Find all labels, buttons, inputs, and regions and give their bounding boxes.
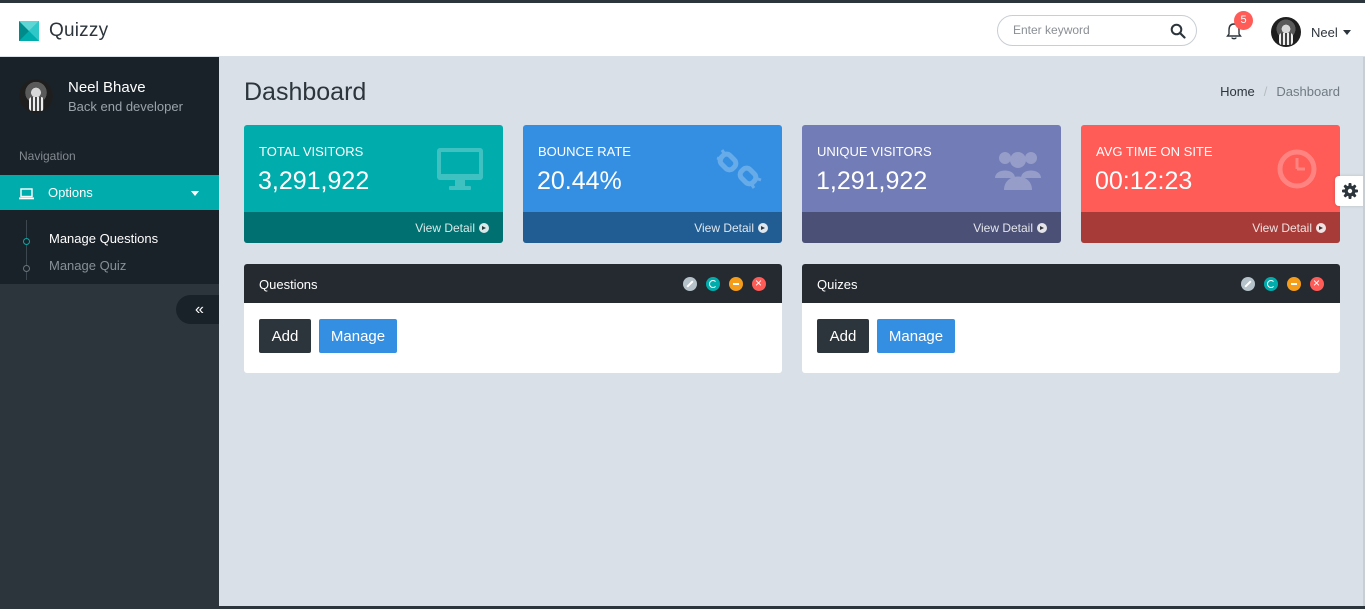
profile-name: Neel Bhave [68, 79, 146, 96]
view-detail-label: View Detail [415, 221, 475, 235]
view-detail-link[interactable]: View Detail [1252, 221, 1326, 235]
sidebar-item-label: Options [48, 185, 93, 200]
close-icon[interactable] [752, 276, 766, 291]
view-detail-link[interactable]: View Detail [415, 221, 489, 235]
stat-label: UNIQUE VISITORS [817, 144, 932, 159]
panel-tools [1241, 276, 1324, 291]
panel-quizes: Quizes Add Manage [802, 264, 1340, 373]
expand-icon[interactable] [683, 277, 697, 291]
stat-label: AVG TIME ON SITE [1096, 144, 1213, 159]
view-detail-label: View Detail [1252, 221, 1312, 235]
stat-unique-visitors: UNIQUE VISITORS 1,291,922 View Detail [802, 125, 1061, 243]
notifications-badge: 5 [1234, 11, 1253, 30]
user-avatar [1271, 17, 1301, 47]
panel-heading: Quizes [802, 264, 1340, 303]
submenu-item-manage-questions[interactable]: Manage Questions [49, 231, 158, 246]
profile-avatar [19, 79, 53, 113]
stat-avg-time-on-site: AVG TIME ON SITE 00:12:23 View Detail [1081, 125, 1340, 243]
broken-link-icon [716, 148, 762, 190]
stat-value: 1,291,922 [816, 167, 928, 195]
stat-total-visitors: TOTAL VISITORS 3,291,922 View Detail [244, 125, 503, 243]
clock-icon [1274, 148, 1320, 190]
view-detail-label: View Detail [973, 221, 1033, 235]
breadcrumb-separator: / [1263, 84, 1268, 99]
view-detail-link[interactable]: View Detail [973, 221, 1047, 235]
view-detail-link[interactable]: View Detail [694, 221, 768, 235]
top-header: Quizzy 5 Neel [0, 0, 1365, 57]
reload-icon[interactable] [706, 277, 720, 291]
breadcrumb-home[interactable]: Home [1220, 84, 1255, 99]
submenu-bullet-icon [23, 265, 30, 272]
brand-logo-icon [19, 21, 39, 41]
stat-value: 00:12:23 [1095, 167, 1193, 195]
stat-value: 3,291,922 [258, 167, 370, 195]
submenu-item-manage-quiz[interactable]: Manage Quiz [49, 258, 126, 273]
user-menu[interactable]: Neel [1271, 16, 1351, 48]
arrow-circle-right-icon [1316, 223, 1326, 233]
laptop-icon [19, 187, 34, 199]
submenu-bullet-icon [23, 238, 30, 245]
manage-quizes-button[interactable]: Manage [877, 319, 955, 353]
brand[interactable]: Quizzy [19, 20, 108, 42]
brand-name: Quizzy [49, 20, 109, 41]
stat-label: TOTAL VISITORS [259, 144, 364, 159]
stat-label: BOUNCE RATE [538, 144, 631, 159]
minimize-icon[interactable] [729, 277, 743, 291]
reload-icon[interactable] [1264, 277, 1278, 291]
search-box [997, 15, 1197, 46]
panel-questions: Questions Add Manage [244, 264, 782, 373]
panel-tools [683, 276, 766, 291]
panel-title: Questions [259, 277, 318, 292]
arrow-circle-right-icon [479, 223, 489, 233]
stat-footer: View Detail [802, 212, 1061, 243]
nav-header: Navigation [19, 149, 76, 163]
add-question-button[interactable]: Add [259, 319, 311, 353]
minimize-icon[interactable] [1287, 277, 1301, 291]
search-input[interactable] [1013, 23, 1163, 37]
view-detail-label: View Detail [694, 221, 754, 235]
desktop-icon [437, 148, 483, 190]
search-icon[interactable] [1170, 23, 1186, 39]
stat-value: 20.44% [537, 167, 622, 195]
stat-footer: View Detail [523, 212, 782, 243]
arrow-circle-right-icon [1037, 223, 1047, 233]
arrow-circle-right-icon [758, 223, 768, 233]
add-quiz-button[interactable]: Add [817, 319, 869, 353]
stat-footer: View Detail [244, 212, 503, 243]
gear-icon [1342, 183, 1358, 199]
user-name: Neel [1311, 24, 1338, 40]
chevron-down-icon [1342, 29, 1351, 35]
theme-settings-button[interactable] [1335, 176, 1365, 206]
sidebar-nav: Navigation Options Manage Questions Mana… [0, 134, 219, 284]
stat-footer: View Detail [1081, 212, 1340, 243]
sidebar-profile[interactable]: Neel Bhave Back end developer [0, 57, 219, 134]
panel-title: Quizes [817, 277, 858, 292]
breadcrumb-current: Dashboard [1276, 84, 1340, 99]
breadcrumb: Home / Dashboard [1220, 84, 1340, 99]
double-chevron-left-icon: « [195, 301, 204, 318]
chevron-down-icon [191, 191, 199, 196]
users-icon [995, 148, 1041, 190]
page-title: Dashboard [244, 78, 367, 106]
manage-questions-button[interactable]: Manage [319, 319, 397, 353]
profile-role: Back end developer [68, 99, 183, 114]
sidebar: Neel Bhave Back end developer Navigation… [0, 57, 219, 609]
stat-bounce-rate: BOUNCE RATE 20.44% View Detail [523, 125, 782, 243]
sidebar-item-options[interactable]: Options [0, 175, 219, 210]
close-icon[interactable] [1310, 276, 1324, 291]
panel-heading: Questions [244, 264, 782, 303]
expand-icon[interactable] [1241, 277, 1255, 291]
sidebar-collapse-button[interactable]: « [176, 295, 219, 324]
